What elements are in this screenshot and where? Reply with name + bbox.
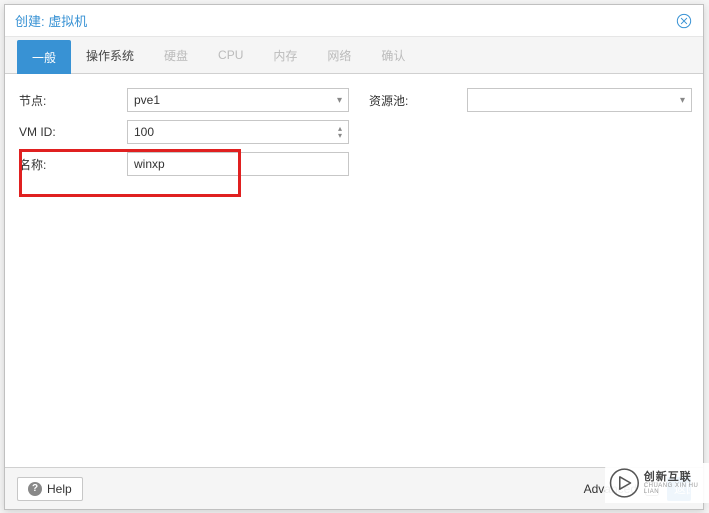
node-combo[interactable]: pve1 ▾ xyxy=(127,88,349,112)
tab-disk: 硬盘 xyxy=(149,37,203,73)
watermark-logo-icon xyxy=(609,466,640,500)
help-label: Help xyxy=(47,482,72,496)
name-input[interactable] xyxy=(127,152,349,176)
help-button[interactable]: ? Help xyxy=(17,477,83,501)
vmid-row: VM ID: 100 ▴▾ xyxy=(19,120,349,144)
pool-combo[interactable]: ▾ xyxy=(467,88,692,112)
tab-network: 网络 xyxy=(312,37,366,73)
window-header: 创建: 虚拟机 xyxy=(5,5,703,37)
left-column: 节点: pve1 ▾ VM ID: 100 ▴▾ 名称: xyxy=(19,88,349,176)
node-value: pve1 xyxy=(134,93,160,107)
watermark-brand: 创新互联 xyxy=(644,471,709,483)
right-column: 资源池: ▾ xyxy=(369,88,692,112)
tab-cpu: CPU xyxy=(203,37,258,73)
tab-os[interactable]: 操作系统 xyxy=(71,37,149,73)
help-icon: ? xyxy=(28,482,42,496)
close-icon xyxy=(676,13,692,29)
window-title: 创建: 虚拟机 xyxy=(15,11,87,30)
create-vm-modal: 创建: 虚拟机 一般 操作系统 硬盘 CPU 内存 网络 确认 节点: pve1… xyxy=(4,4,704,510)
footer: ? Help Advanced 返回 xyxy=(5,467,703,509)
watermark: 创新互联 CHUANG XIN HU LIAN xyxy=(605,463,709,503)
tab-general[interactable]: 一般 xyxy=(17,40,71,74)
node-row: 节点: pve1 ▾ xyxy=(19,88,349,112)
pool-label: 资源池: xyxy=(369,92,467,109)
node-label: 节点: xyxy=(19,92,127,109)
spinner-arrows-icon[interactable]: ▴▾ xyxy=(338,125,342,139)
name-row: 名称: xyxy=(19,152,349,176)
vmid-value: 100 xyxy=(134,125,154,139)
close-button[interactable] xyxy=(675,12,693,30)
tab-memory: 内存 xyxy=(258,37,312,73)
tab-confirm: 确认 xyxy=(366,37,420,73)
chevron-down-icon: ▾ xyxy=(680,95,685,106)
form-body: 节点: pve1 ▾ VM ID: 100 ▴▾ 名称: 资源池: xyxy=(5,74,703,467)
wizard-tabs: 一般 操作系统 硬盘 CPU 内存 网络 确认 xyxy=(5,37,703,74)
vmid-spinner[interactable]: 100 ▴▾ xyxy=(127,120,349,144)
vmid-label: VM ID: xyxy=(19,125,127,139)
watermark-sub: CHUANG XIN HU LIAN xyxy=(644,483,709,495)
chevron-down-icon: ▾ xyxy=(337,95,342,106)
pool-row: 资源池: ▾ xyxy=(369,88,692,112)
name-label: 名称: xyxy=(19,156,127,173)
